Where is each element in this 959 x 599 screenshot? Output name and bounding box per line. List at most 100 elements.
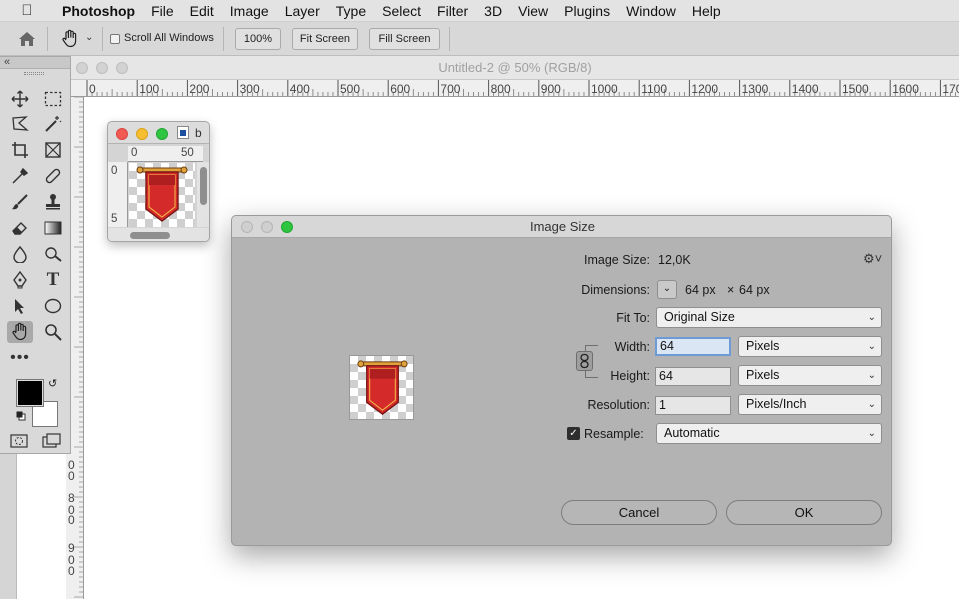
mini-minimize-button[interactable] xyxy=(136,128,148,140)
default-colors-icon[interactable] xyxy=(16,409,26,421)
doc-minimize-button[interactable] xyxy=(96,62,108,74)
scroll-all-checkbox[interactable] xyxy=(110,34,120,44)
ruler-label: 500 xyxy=(340,82,360,96)
tools-panel: « T ••• ↺ xyxy=(0,56,71,454)
blur-tool-icon[interactable] xyxy=(7,243,33,265)
eraser-tool-icon[interactable] xyxy=(7,217,33,239)
menu-type[interactable]: Type xyxy=(328,3,374,19)
fit-screen-button[interactable]: Fit Screen xyxy=(292,28,358,50)
ruler-label: 800 xyxy=(491,82,511,96)
dimensions-unit-dropdown[interactable]: ⌄ xyxy=(657,280,677,299)
canvas-page-edge xyxy=(16,454,66,599)
tool-preset-chevron-icon[interactable]: ⌄ xyxy=(85,32,93,43)
dialog-zoom-button[interactable] xyxy=(281,221,293,233)
eyedropper-tool-icon[interactable] xyxy=(7,165,33,187)
image-size-value: 12,0K xyxy=(658,253,691,267)
resample-select[interactable]: Automatic ⌄ xyxy=(656,423,882,444)
dialog-close-button[interactable] xyxy=(241,221,253,233)
menu-layer[interactable]: Layer xyxy=(277,3,328,19)
height-input[interactable]: 64 xyxy=(655,367,731,386)
hand-tool-selected-icon[interactable] xyxy=(7,321,33,343)
move-tool-icon[interactable] xyxy=(7,88,33,110)
menu-window[interactable]: Window xyxy=(618,3,684,19)
brush-tool-icon[interactable] xyxy=(7,191,33,213)
crop-tool-icon[interactable] xyxy=(7,139,33,161)
doc-close-button[interactable] xyxy=(76,62,88,74)
dialog-title-bar: Image Size xyxy=(232,216,891,238)
ruler-label: 0 xyxy=(68,564,75,578)
mini-tab-label: b xyxy=(195,126,202,140)
cancel-button[interactable]: Cancel xyxy=(561,500,717,525)
ruler-label: 400 xyxy=(290,82,310,96)
gradient-tool-icon[interactable] xyxy=(40,217,66,239)
type-tool-icon[interactable]: T xyxy=(40,269,66,291)
menu-plugins[interactable]: Plugins xyxy=(556,3,618,19)
image-preview[interactable] xyxy=(349,355,414,420)
gear-icon[interactable]: ⚙˅ xyxy=(863,251,882,267)
menu-image[interactable]: Image xyxy=(222,3,277,19)
zoom-tool-icon[interactable] xyxy=(40,321,66,343)
ruler-label: 0 xyxy=(89,82,96,96)
path-selection-tool-icon[interactable] xyxy=(7,295,33,317)
mini-zoom-button[interactable] xyxy=(156,128,168,140)
marquee-tool-icon[interactable] xyxy=(40,88,66,110)
fit-to-select[interactable]: Original Size ⌄ xyxy=(656,307,882,328)
width-unit-select[interactable]: Pixels ⌄ xyxy=(738,336,882,357)
menu-select[interactable]: Select xyxy=(374,3,429,19)
ellipse-tool-icon[interactable] xyxy=(40,295,66,317)
document-title-bar: Untitled-2 @ 50% (RGB/8) xyxy=(71,56,959,80)
clone-stamp-tool-icon[interactable] xyxy=(40,191,66,213)
fit-to-label: Fit To: xyxy=(616,311,650,325)
ok-button[interactable]: OK xyxy=(726,500,882,525)
menu-view[interactable]: View xyxy=(510,3,556,19)
magic-wand-tool-icon[interactable] xyxy=(40,113,66,135)
hand-tool-icon[interactable] xyxy=(60,29,80,52)
doc-zoom-button[interactable] xyxy=(116,62,128,74)
dimensions-label: Dimensions: xyxy=(581,283,650,297)
apple-icon[interactable]:  xyxy=(0,2,54,19)
chevron-down-icon: ⌄ xyxy=(867,370,876,381)
ruler-label: 1300 xyxy=(742,82,769,96)
menu-help[interactable]: Help xyxy=(684,3,729,19)
pen-tool-icon[interactable] xyxy=(7,269,33,291)
fill-screen-button[interactable]: Fill Screen xyxy=(369,28,440,50)
horizontal-ruler: 0 100 200 300 400 500 600 700 800 900 1000 1100 1200… xyxy=(71,80,959,97)
height-unit-select[interactable]: Pixels ⌄ xyxy=(738,365,882,386)
home-icon[interactable] xyxy=(18,31,36,50)
dodge-tool-icon[interactable] xyxy=(40,243,66,265)
secondary-document-window[interactable]: b 0 50 0 5 xyxy=(107,121,210,242)
resample-checkbox[interactable]: ✓ xyxy=(567,427,580,440)
menu-edit[interactable]: Edit xyxy=(182,3,222,19)
mini-ruler-v-5: 5 xyxy=(111,213,118,225)
ruler-label: 200 xyxy=(189,82,209,96)
menu-3d[interactable]: 3D xyxy=(476,3,510,19)
screen-mode-icon[interactable] xyxy=(42,433,62,452)
ruler-label: 900 xyxy=(541,82,561,96)
foreground-color-swatch[interactable] xyxy=(16,379,44,407)
menu-filter[interactable]: Filter xyxy=(429,3,476,19)
ruler-label: 300 xyxy=(240,82,260,96)
resample-value: Automatic xyxy=(664,426,720,440)
more-tools-icon[interactable]: ••• xyxy=(7,347,33,369)
healing-brush-tool-icon[interactable] xyxy=(40,165,66,187)
dimensions-height: 64 px xyxy=(739,283,770,297)
dialog-minimize-button[interactable] xyxy=(261,221,273,233)
lasso-tool-icon[interactable] xyxy=(7,113,33,135)
resolution-input[interactable]: 1 xyxy=(655,396,731,415)
collapse-panel-icon[interactable]: « xyxy=(4,56,10,68)
frame-tool-icon[interactable] xyxy=(40,139,66,161)
constrain-proportions-link-icon[interactable] xyxy=(576,351,593,371)
quick-mask-icon[interactable] xyxy=(10,434,28,451)
mini-ruler-h-0: 0 xyxy=(131,147,138,159)
menu-app[interactable]: Photoshop xyxy=(54,3,143,19)
zoom-100-button[interactable]: 100% xyxy=(235,28,281,50)
mini-vertical-scrollbar[interactable] xyxy=(200,167,207,205)
resolution-unit-select[interactable]: Pixels/Inch ⌄ xyxy=(738,394,882,415)
chevron-down-icon: ⌄ xyxy=(867,428,876,439)
mini-horizontal-scrollbar[interactable] xyxy=(130,232,170,239)
mini-close-button[interactable] xyxy=(116,128,128,140)
chevron-down-icon: ⌄ xyxy=(867,399,876,410)
menu-file[interactable]: File xyxy=(143,3,182,19)
width-input[interactable]: 64 xyxy=(655,337,731,356)
swap-colors-icon[interactable]: ↺ xyxy=(48,377,57,390)
